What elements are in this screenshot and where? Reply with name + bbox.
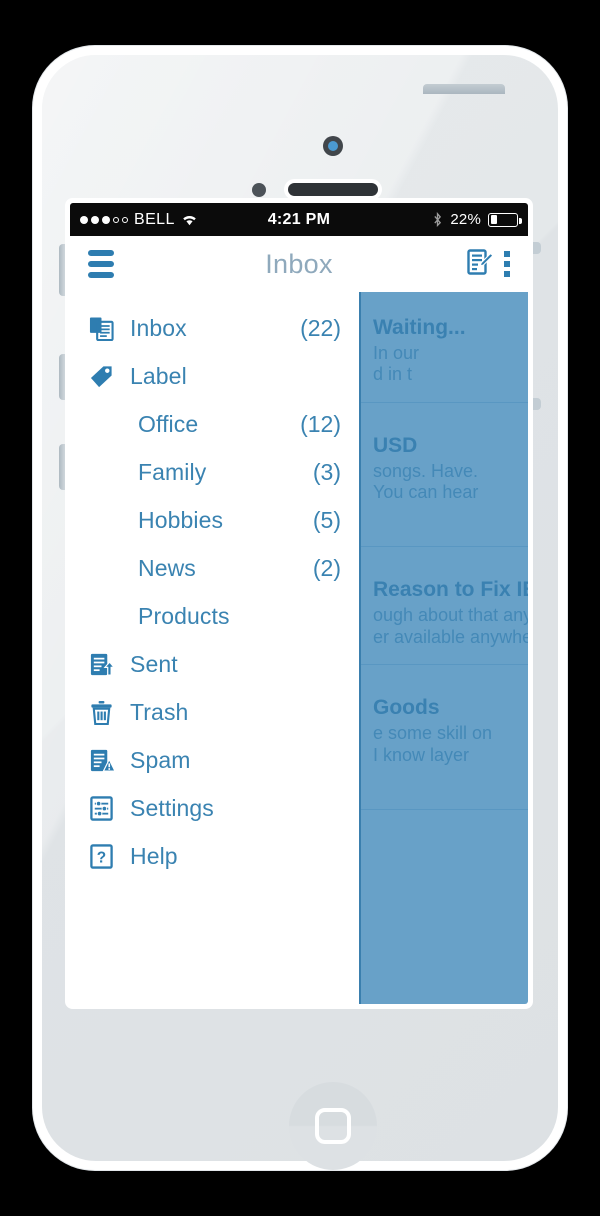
- app-body: Waiting... In our d in t Sunday USD song…: [70, 292, 528, 1004]
- sidebar-item-label: Family: [138, 458, 207, 485]
- sidebar-item-news[interactable]: News (2): [70, 544, 359, 592]
- signal-strength-icon: [80, 215, 128, 224]
- power-button[interactable]: [423, 84, 505, 94]
- sidebar-item-settings[interactable]: Settings: [70, 784, 359, 832]
- volume-down-button[interactable]: [59, 444, 68, 490]
- wifi-icon: [181, 213, 198, 226]
- sidebar-item-count: (22): [300, 314, 341, 341]
- menu-button-wrap: [88, 250, 114, 278]
- sidebar-item-label: Products: [138, 602, 230, 629]
- page-title: Inbox: [265, 248, 333, 279]
- sidebar-item-inbox[interactable]: Inbox (22): [70, 304, 359, 352]
- sidebar-item-count: (5): [312, 506, 341, 533]
- sidebar-item-count: (12): [300, 410, 341, 437]
- navigation-drawer: Inbox (22) Label Office (12) Family (3) …: [70, 292, 359, 1004]
- sidebar-item-products[interactable]: Products: [70, 592, 359, 640]
- sidebar-item-help[interactable]: ? Help: [70, 832, 359, 880]
- spam-icon: [86, 748, 116, 773]
- sidebar-item-family[interactable]: Family (3): [70, 448, 359, 496]
- bluetooth-icon: [432, 211, 443, 228]
- battery-percent-label: 22%: [450, 211, 482, 228]
- carrier-label: BELL: [134, 210, 175, 228]
- sidebar-item-count: (3): [312, 458, 341, 485]
- battery-icon: [488, 212, 523, 227]
- trash-icon: [86, 700, 116, 725]
- phone-screen: BELL 4:21 PM 22% Inbox Inbox (22) Label …: [70, 203, 528, 1004]
- right-side-accent-top: [532, 242, 541, 254]
- sidebar-item-label: Office: [138, 410, 199, 437]
- header-actions: [467, 248, 510, 280]
- sidebar-item-hobbies[interactable]: Hobbies (5): [70, 496, 359, 544]
- sidebar-item-label: Settings: [130, 794, 214, 821]
- earpiece-speaker: [288, 183, 378, 196]
- sidebar-item-sent[interactable]: Sent: [70, 640, 359, 688]
- sidebar-item-label: Sent: [130, 650, 178, 677]
- help-icon: ?: [86, 843, 116, 869]
- status-bar-right: 22%: [330, 211, 523, 228]
- app-header: Inbox: [70, 236, 528, 292]
- sidebar-item-label: Hobbies: [138, 506, 224, 533]
- tag-icon: [86, 364, 116, 389]
- clock-label: 4:21 PM: [267, 210, 331, 228]
- screenshot-stage: BELL 4:21 PM 22% Inbox Inbox (22) Label …: [0, 0, 600, 1216]
- right-side-accent-bottom: [532, 398, 541, 410]
- front-camera-icon: [323, 136, 343, 156]
- home-button[interactable]: [289, 1082, 377, 1170]
- mute-switch[interactable]: [59, 244, 68, 296]
- status-bar-left: BELL: [80, 211, 268, 229]
- sidebar-item-label: Spam: [130, 746, 191, 773]
- svg-text:?: ?: [96, 849, 105, 866]
- inbox-icon: [86, 316, 116, 341]
- home-button-square-icon: [315, 1108, 351, 1144]
- sidebar-item-label[interactable]: Label: [70, 352, 359, 400]
- sidebar-item-office[interactable]: Office (12): [70, 400, 359, 448]
- sidebar-item-count: (2): [312, 554, 341, 581]
- sidebar-item-label: Help: [130, 842, 178, 869]
- sidebar-item-trash[interactable]: Trash: [70, 688, 359, 736]
- proximity-sensor-icon: [252, 183, 266, 197]
- sidebar-item-spam[interactable]: Spam: [70, 736, 359, 784]
- drawer-scrim-overlay[interactable]: [359, 292, 528, 1004]
- sidebar-item-label: News: [138, 554, 196, 581]
- sidebar-item-label: Inbox: [130, 314, 187, 341]
- settings-icon: [86, 795, 116, 821]
- more-options-icon[interactable]: [504, 251, 510, 277]
- hamburger-menu-icon[interactable]: [88, 250, 114, 278]
- status-bar: BELL 4:21 PM 22%: [70, 203, 528, 236]
- volume-up-button[interactable]: [59, 354, 68, 400]
- sent-icon: [86, 652, 116, 677]
- compose-icon[interactable]: [467, 248, 494, 280]
- sidebar-item-label-text: Label: [130, 362, 187, 389]
- sidebar-item-label: Trash: [130, 698, 189, 725]
